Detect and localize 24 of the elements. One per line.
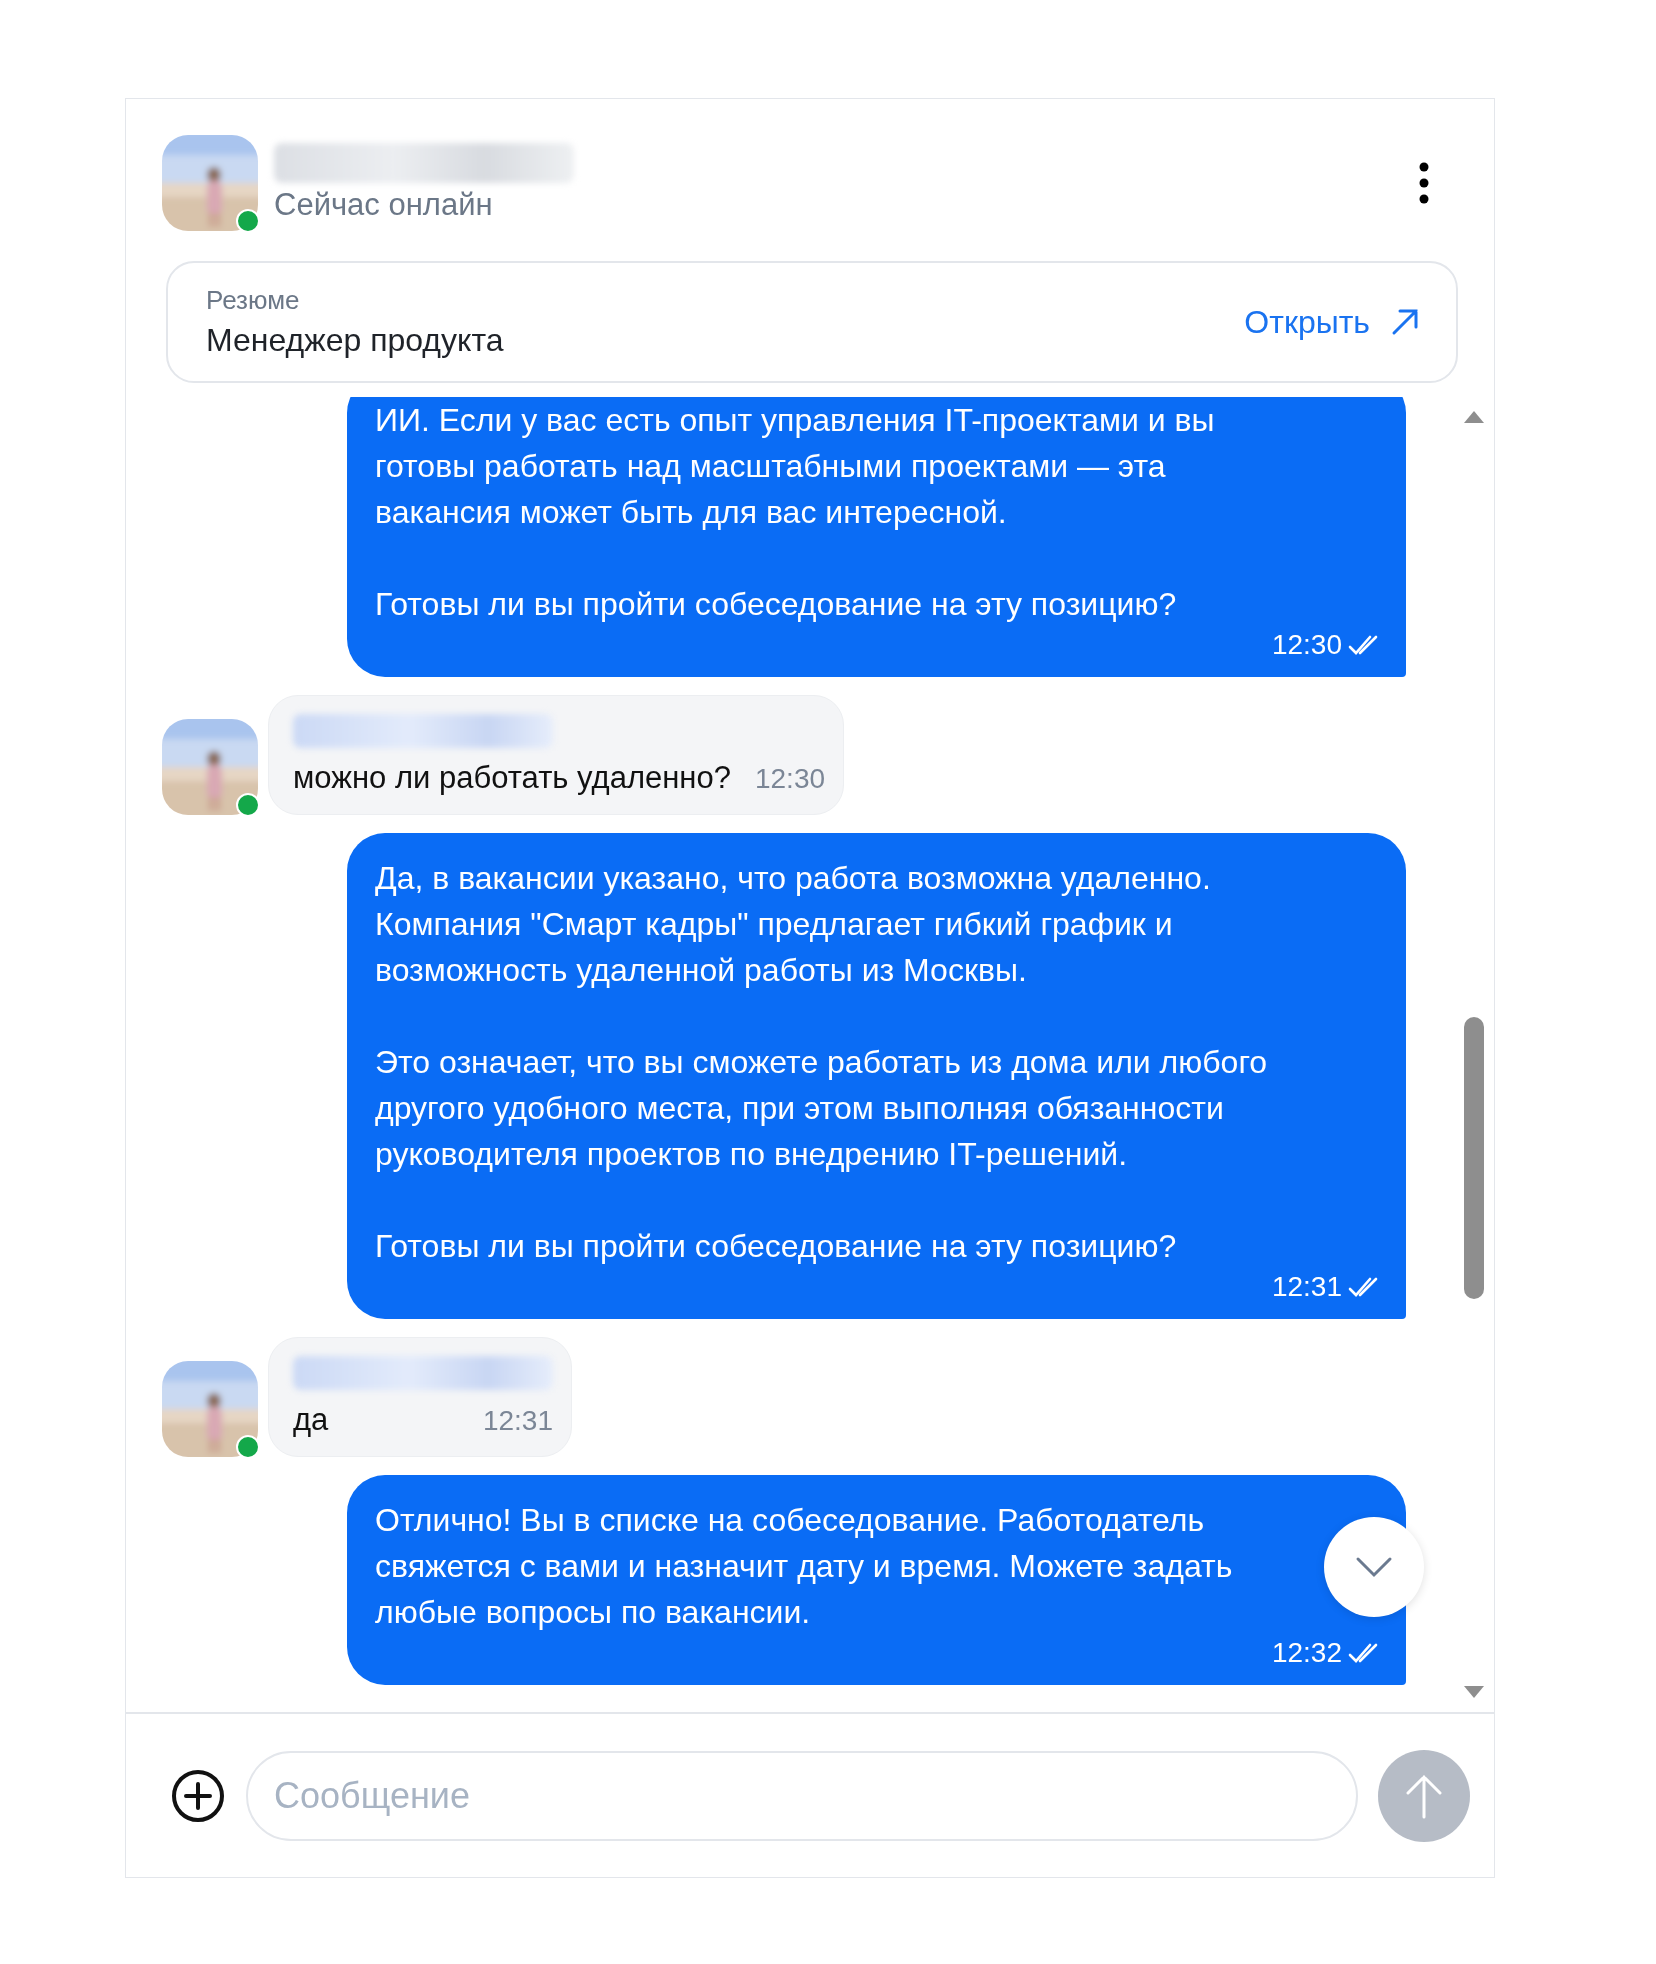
scrollbar-thumb[interactable]	[1464, 1017, 1484, 1299]
online-status: Сейчас онлайн	[274, 187, 494, 223]
resume-title: Менеджер продукта	[206, 322, 505, 359]
message-time: 12:30	[754, 763, 826, 795]
arrow-icon	[1390, 307, 1420, 337]
resume-label: Резюме	[206, 285, 301, 316]
open-link[interactable]: Открыть	[1244, 303, 1420, 341]
message-text: Отлично! Вы в списке на собеседование. Работодатель свяжется с вами и назначит дату и время. Можете задать любые вопросы по вакансии.	[375, 1501, 1234, 1632]
scroll-down-icon[interactable]	[1462, 1684, 1486, 1700]
message-time: 12:32	[1271, 1636, 1342, 1670]
message-text: можно ли работать удаленно?	[293, 760, 731, 796]
scroll-up-icon[interactable]	[1462, 409, 1486, 425]
add-attachment-button[interactable]	[170, 1767, 226, 1824]
message-input[interactable]: Сообщение	[246, 1750, 1358, 1841]
message-text: Готовы ли вы пройти собеседование на эту позицию?	[375, 1227, 1178, 1266]
message-text: ИИ. Если у вас есть опыт управления IT-проектами и вы готовы работать над масштабными проектами — эта вакансия может быть для вас интересной.	[375, 401, 1216, 532]
message-text: Готовы ли вы пройти собеседование на эту позицию?	[375, 585, 1178, 624]
message-time: 12:30	[1271, 628, 1342, 662]
chevron-down-icon	[1354, 1555, 1394, 1579]
message-text: Это означает, что вы сможете работать из дома или любого другого удобного места, при этом выполняя обязанности руководителя проектов по внедрению IT-решений.	[375, 1043, 1269, 1174]
message-time: 12:31	[482, 1405, 553, 1437]
message-text: да	[293, 1402, 329, 1438]
message-text: Да, в вакансии указано, что работа возможна удаленно. Компания "Смарт кадры" предлагает гибкий график и возможность удаленной работы из Москвы.	[375, 859, 1212, 990]
message-time: 12:31	[1271, 1270, 1342, 1304]
